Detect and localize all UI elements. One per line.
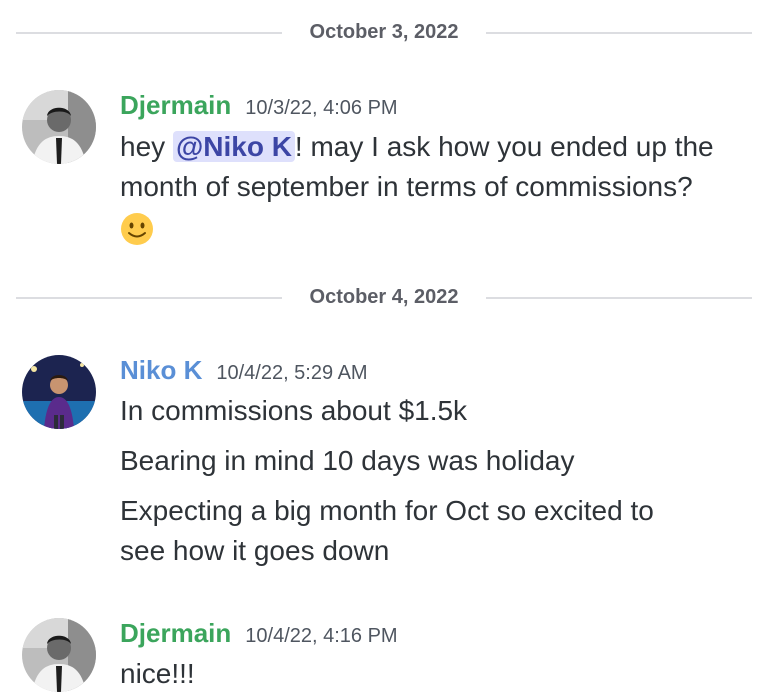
timestamp: 10/3/22, 4:06 PM [245, 97, 398, 119]
message-header: Niko K 10/4/22, 5:29 AM [120, 355, 368, 385]
message-line: Bearing in mind 10 days was holiday [120, 445, 575, 476]
message-content: nice!!! [120, 654, 750, 694]
avatar-djermain[interactable] [22, 618, 96, 692]
avatar-photo [22, 90, 96, 164]
message-text: hey [120, 131, 166, 162]
avatar-niko[interactable] [22, 355, 96, 429]
message-content: Expecting a big month for Oct so excited… [120, 491, 750, 571]
username[interactable]: Djermain [120, 618, 231, 648]
message-line: Expecting a big month for Oct so excited… [120, 495, 654, 526]
message-line: month of september in terms of commissio… [120, 171, 693, 202]
message-line: hey @Niko K! may I ask how you ended up … [120, 127, 750, 167]
message-content: hey @Niko K! may I ask how you ended up … [120, 127, 750, 251]
slightly-smiling-face-icon [120, 212, 154, 246]
avatar-photo [22, 355, 96, 429]
user-mention[interactable]: @Niko K [172, 131, 295, 162]
divider-line [486, 32, 752, 34]
message-content: Bearing in mind 10 days was holiday [120, 441, 750, 481]
timestamp: 10/4/22, 5:29 AM [216, 362, 368, 384]
message-header: Djermain 10/4/22, 4:16 PM [120, 618, 398, 648]
username[interactable]: Djermain [120, 90, 231, 120]
username[interactable]: Niko K [120, 355, 202, 385]
message-line: In commissions about $1.5k [120, 395, 468, 426]
message-header: Djermain 10/3/22, 4:06 PM [120, 90, 398, 120]
date-divider: October 3, 2022 [0, 20, 768, 44]
timestamp: 10/4/22, 4:16 PM [245, 625, 398, 647]
message-line [120, 207, 750, 251]
message-content: In commissions about $1.5k [120, 391, 750, 431]
avatar-photo [22, 618, 96, 692]
date-divider: October 4, 2022 [0, 285, 768, 309]
divider-line [486, 297, 752, 299]
message-line: nice!!! [120, 658, 195, 689]
message-line: see how it goes down [120, 535, 390, 566]
avatar-djermain[interactable] [22, 90, 96, 164]
message-text: ! may I ask how you ended up the [294, 131, 714, 162]
